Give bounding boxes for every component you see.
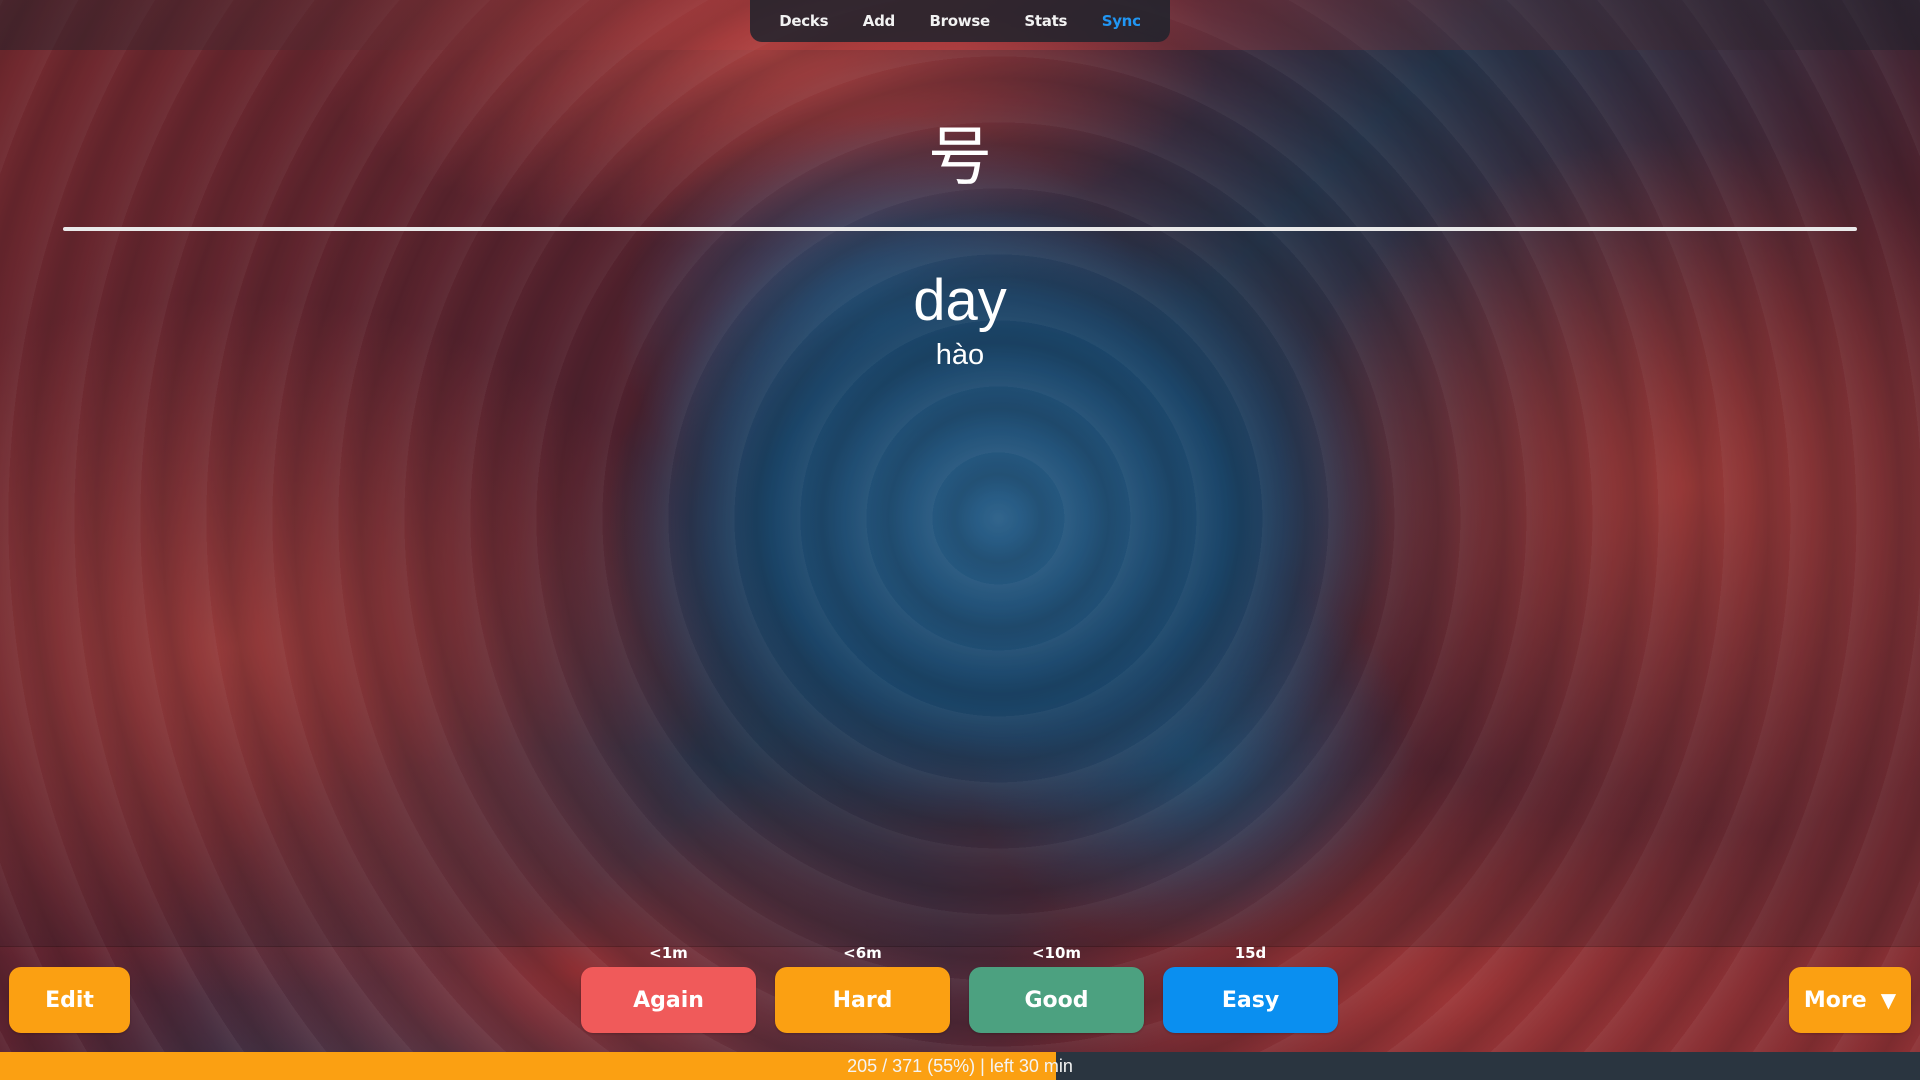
more-label: More <box>1803 987 1867 1013</box>
hard-interval: <6m <box>843 944 882 962</box>
top-nav: Decks Add Browse Stats Sync <box>750 0 1170 42</box>
more-button[interactable]: More ▼ <box>1789 967 1911 1033</box>
bottom-bar-divider <box>0 946 1920 947</box>
answer-divider <box>63 227 1857 231</box>
nav-add[interactable]: Add <box>857 8 901 34</box>
card-answer-meaning: day <box>913 268 1007 333</box>
progress-text: 205 / 371 (55%) | left 30 min <box>847 1056 1073 1076</box>
edit-button[interactable]: Edit <box>9 967 130 1033</box>
good-interval: <10m <box>1031 944 1082 962</box>
card-answer-pinyin: hào <box>935 339 985 371</box>
again-interval: <1m <box>649 944 688 962</box>
nav-decks[interactable]: Decks <box>773 8 834 34</box>
nav-browse[interactable]: Browse <box>924 8 996 34</box>
nav-stats[interactable]: Stats <box>1018 8 1073 34</box>
nav-sync[interactable]: Sync <box>1096 8 1147 34</box>
hard-button[interactable]: Hard <box>775 967 950 1033</box>
caret-down-icon: ▼ <box>1880 988 1897 1012</box>
easy-button[interactable]: Easy <box>1163 967 1338 1033</box>
progress-bar: 205 / 371 (55%) | left 30 min <box>0 1052 1920 1080</box>
card-question: 号 <box>928 121 992 195</box>
review-screen: Decks Add Browse Stats Sync 号 day hào Ed… <box>0 0 1920 1080</box>
good-button[interactable]: Good <box>969 967 1144 1033</box>
easy-interval: 15d <box>1234 944 1267 962</box>
again-button[interactable]: Again <box>581 967 756 1033</box>
